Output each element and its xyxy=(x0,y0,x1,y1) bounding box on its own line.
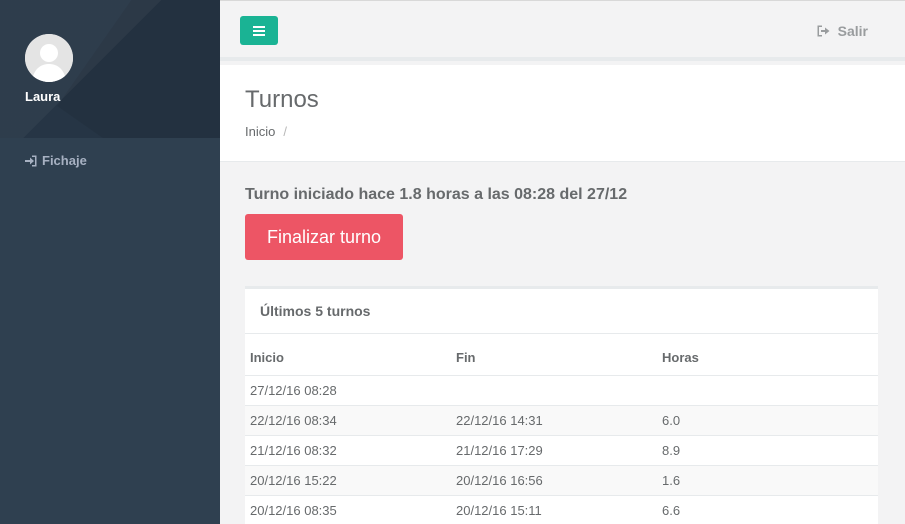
sidebar-item-fichaje[interactable]: Fichaje xyxy=(25,153,87,168)
table-row: 22/12/16 08:34 22/12/16 14:31 6.0 xyxy=(245,404,878,435)
page-heading: Turnos Inicio / xyxy=(220,65,905,162)
table-header-row: Inicio Fin Horas xyxy=(245,334,878,376)
logout-label: Salir xyxy=(837,23,868,39)
table-row: 21/12/16 08:32 21/12/16 17:29 8.9 xyxy=(245,434,878,465)
menu-toggle-button[interactable] xyxy=(240,16,278,45)
bars-icon xyxy=(253,25,265,36)
cell-end: 21/12/16 17:29 xyxy=(451,434,657,465)
breadcrumb: Inicio / xyxy=(245,124,287,139)
sign-out-icon xyxy=(817,25,830,37)
shift-status-text: Turno iniciado hace 1.8 horas a las 08:2… xyxy=(245,186,628,203)
breadcrumb-home[interactable]: Inicio xyxy=(245,124,275,139)
logout-link[interactable]: Salir xyxy=(817,23,868,39)
cell-start: 20/12/16 15:22 xyxy=(245,464,451,495)
shifts-table: Inicio Fin Horas 27/12/16 08:28 22/12/16… xyxy=(245,334,878,524)
sign-in-icon xyxy=(25,155,37,167)
cell-start: 21/12/16 08:32 xyxy=(245,434,451,465)
finish-shift-button[interactable]: Finalizar turno xyxy=(245,214,403,260)
cell-end xyxy=(451,374,657,405)
column-header-fin: Fin xyxy=(451,334,657,376)
panel-title: Últimos 5 turnos xyxy=(245,289,878,334)
table-row: 20/12/16 08:35 20/12/16 15:11 6.6 xyxy=(245,494,878,524)
column-header-horas: Horas xyxy=(657,334,878,376)
cell-start: 22/12/16 08:34 xyxy=(245,404,451,435)
recent-shifts-panel: Últimos 5 turnos Inicio Fin Horas 27/12/… xyxy=(245,286,878,524)
cell-start: 20/12/16 08:35 xyxy=(245,494,451,524)
cell-start: 27/12/16 08:28 xyxy=(245,374,451,405)
table-row: 20/12/16 15:22 20/12/16 16:56 1.6 xyxy=(245,464,878,495)
table-row: 27/12/16 08:28 xyxy=(245,374,878,405)
sidebar: Laura Fichaje xyxy=(0,0,220,524)
cell-end: 22/12/16 14:31 xyxy=(451,404,657,435)
cell-hours: 6.0 xyxy=(657,404,878,435)
column-header-inicio: Inicio xyxy=(245,334,451,376)
top-navbar: Salir xyxy=(220,0,905,61)
cell-end: 20/12/16 15:11 xyxy=(451,494,657,524)
sidebar-item-label: Fichaje xyxy=(42,153,87,168)
user-name[interactable]: Laura xyxy=(25,89,60,104)
cell-hours: 8.9 xyxy=(657,434,878,465)
profile-header: Laura xyxy=(0,0,220,138)
page-title: Turnos xyxy=(245,86,319,113)
breadcrumb-separator: / xyxy=(283,124,287,139)
cell-hours: 6.6 xyxy=(657,494,878,524)
cell-end: 20/12/16 16:56 xyxy=(451,464,657,495)
user-silhouette-icon[interactable] xyxy=(25,34,73,82)
cell-hours xyxy=(657,374,878,405)
cell-hours: 1.6 xyxy=(657,464,878,495)
